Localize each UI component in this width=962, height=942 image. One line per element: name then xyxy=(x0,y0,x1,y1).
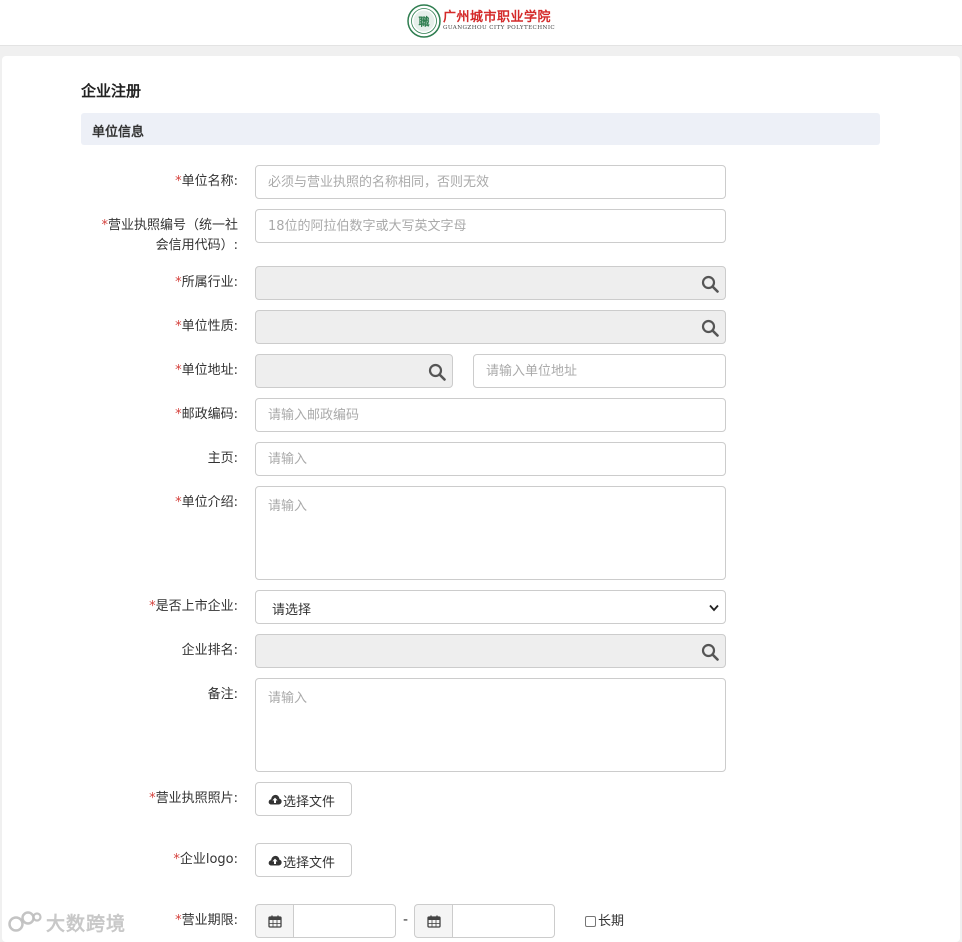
watermark-logo-icon xyxy=(8,911,42,932)
industry-search-icon[interactable] xyxy=(701,275,719,293)
end-date-addon[interactable] xyxy=(414,904,453,938)
nature-search-icon[interactable] xyxy=(701,319,719,337)
logo-label: *企业logo: xyxy=(173,852,238,867)
listed-select[interactable]: 请选择 xyxy=(255,590,726,624)
address-region-field[interactable] xyxy=(255,354,453,388)
cloud-upload-icon xyxy=(268,855,282,866)
ranking-field[interactable] xyxy=(255,634,726,668)
ranking-label: 企业排名: xyxy=(181,643,238,658)
logo-button-label: 选择文件 xyxy=(283,856,336,871)
homepage-label: 主页: xyxy=(207,451,238,466)
unit-name-input[interactable] xyxy=(255,165,726,199)
nature-field[interactable] xyxy=(255,310,726,344)
chevron-down-icon xyxy=(709,604,719,612)
intro-textarea[interactable] xyxy=(255,486,726,580)
remark-textarea[interactable] xyxy=(255,678,726,772)
postcode-label: *邮政编码: xyxy=(175,407,238,422)
industry-label: *所属行业: xyxy=(175,275,238,290)
remark-label: 备注: xyxy=(207,687,238,702)
ranking-search-icon[interactable] xyxy=(701,643,719,661)
calendar-icon xyxy=(268,915,282,928)
postcode-input[interactable] xyxy=(255,398,726,432)
page-title: 企业注册 xyxy=(81,82,142,100)
long-term-label[interactable]: 长期 xyxy=(598,912,624,932)
unit-name-label: *单位名称: xyxy=(175,174,238,189)
address-detail-input[interactable] xyxy=(473,354,726,388)
license-photo-label: *营业执照照片: xyxy=(149,791,238,806)
listed-label: *是否上市企业: xyxy=(149,599,238,614)
license-number-input[interactable] xyxy=(255,209,726,243)
address-search-icon[interactable] xyxy=(428,363,446,381)
listed-select-value: 请选择 xyxy=(272,603,312,618)
nature-label: *单位性质: xyxy=(175,319,238,334)
license-number-label: *营业执照编号（统一社 会信用代码）: xyxy=(101,218,238,253)
industry-field[interactable] xyxy=(255,266,726,300)
end-date-input[interactable] xyxy=(452,904,555,938)
address-label: *单位地址: xyxy=(175,363,238,378)
logo-upload-button[interactable]: 选择文件 xyxy=(255,843,352,877)
license-photo-upload-button[interactable]: 选择文件 xyxy=(255,782,352,816)
date-range-separator: - xyxy=(403,912,409,928)
start-date-addon[interactable] xyxy=(255,904,294,938)
logo-english-name: GUANGZHOU CITY POLYTECHNIC xyxy=(443,25,556,31)
cloud-upload-icon xyxy=(268,794,282,805)
section-header: 单位信息 xyxy=(81,113,880,145)
calendar-icon xyxy=(427,915,441,928)
license-photo-button-label: 选择文件 xyxy=(283,795,336,810)
start-date-input[interactable] xyxy=(293,904,396,938)
watermark-text: 大数跨境 xyxy=(46,913,127,935)
homepage-input[interactable] xyxy=(255,442,726,476)
logo-chinese-name: 广州城市职业学院 xyxy=(443,10,552,25)
section-title: 单位信息 xyxy=(92,125,145,140)
long-term-checkbox[interactable] xyxy=(585,916,596,927)
emblem-char: 職 xyxy=(419,15,430,29)
intro-label: *单位介绍: xyxy=(175,495,238,510)
school-emblem-icon: 職 xyxy=(407,4,441,38)
top-header: 職 广州城市职业学院 GUANGZHOU CITY POLYTECHNIC xyxy=(0,0,962,46)
